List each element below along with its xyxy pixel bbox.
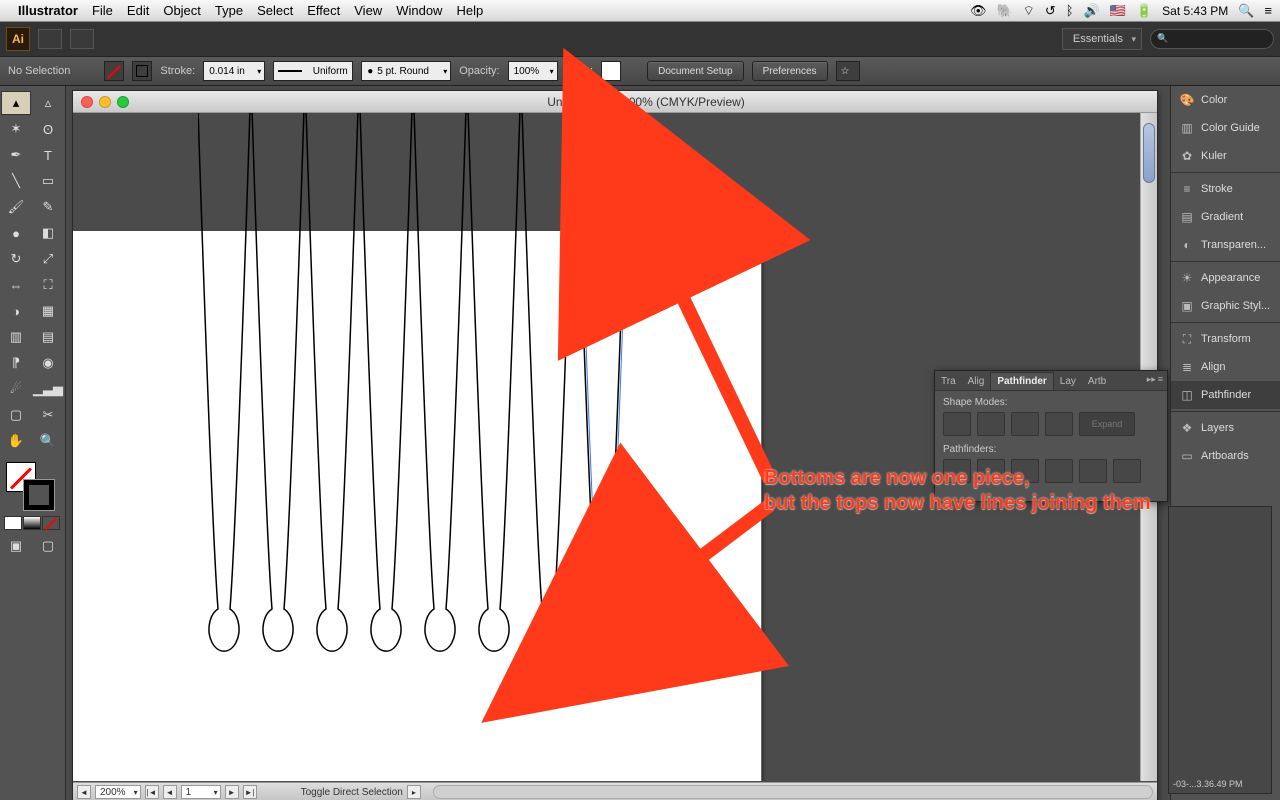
annotation-arrows [0,0,1280,800]
annotation-text: Bottoms are now one piece, but the tops … [764,466,1151,516]
